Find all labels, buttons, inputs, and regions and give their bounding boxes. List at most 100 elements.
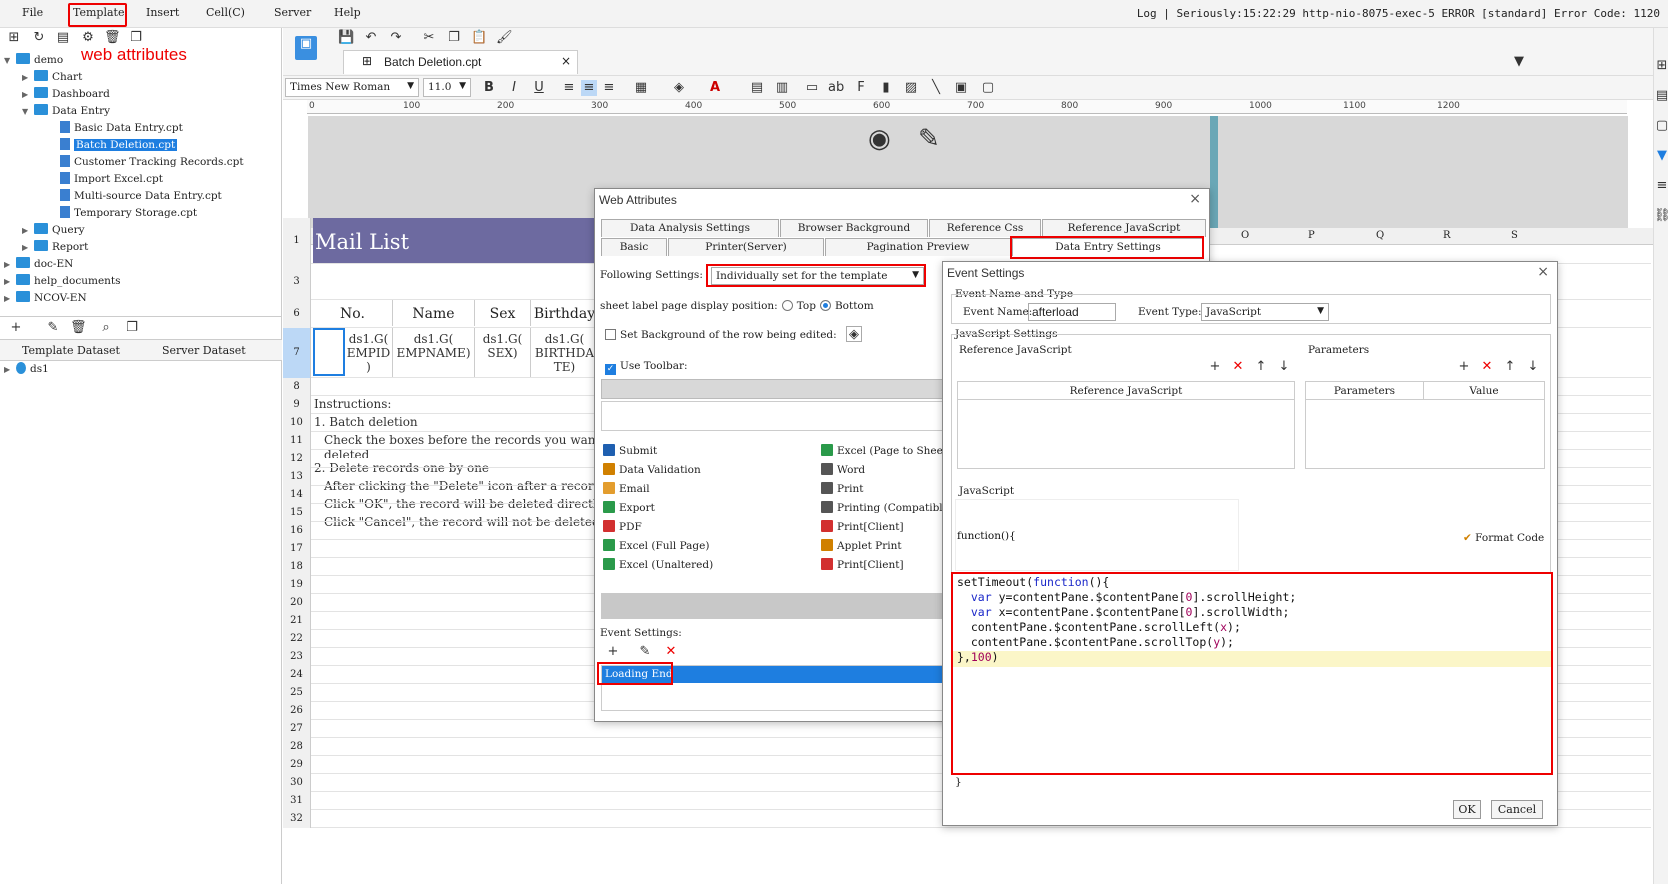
row-header[interactable]: 17 xyxy=(283,540,311,558)
undo-icon[interactable]: ↶ xyxy=(363,30,379,46)
arrow-down-icon[interactable]: ↓ xyxy=(1525,359,1541,375)
toolbar-button-option[interactable]: Printing (Compatible) xyxy=(821,501,943,514)
row-header[interactable]: 8 xyxy=(283,378,311,396)
filter-icon[interactable]: ▼ xyxy=(1654,148,1668,164)
align-left-icon[interactable]: ≡ xyxy=(561,80,577,96)
header-cell[interactable]: Sex xyxy=(475,300,531,326)
bold-icon[interactable]: B xyxy=(481,80,497,96)
tree-item-help-documents[interactable]: ▶ help_documents xyxy=(4,273,121,290)
tab-reference-js[interactable]: Reference JavaScript xyxy=(1042,219,1206,237)
edit-icon[interactable]: ✎ xyxy=(45,320,61,336)
border-attr-icon[interactable]: ▢ xyxy=(1654,118,1668,134)
row-header[interactable]: 6 xyxy=(283,300,311,328)
add-event-icon[interactable]: + xyxy=(605,644,621,660)
row-header[interactable]: 25 xyxy=(283,684,311,702)
add-icon[interactable]: + xyxy=(1207,359,1223,375)
column-header[interactable]: S xyxy=(1511,230,1518,241)
menu-server[interactable]: Server xyxy=(274,6,311,19)
use-toolbar-checkbox[interactable]: ✓ Use Toolbar: xyxy=(605,360,688,375)
preview-icon[interactable]: ⌕ xyxy=(98,320,114,336)
toolbar-button-option[interactable]: Data Validation xyxy=(603,463,701,476)
toolbar-button-option[interactable]: Print[Client] xyxy=(821,520,943,533)
cancel-button[interactable]: Cancel xyxy=(1491,800,1543,819)
toolbar-button-option[interactable]: PDF xyxy=(603,520,642,533)
header-cell[interactable]: Name xyxy=(393,300,475,326)
row-header[interactable]: 31 xyxy=(283,792,311,810)
row-header[interactable]: 26 xyxy=(283,702,311,720)
image-icon[interactable]: ▨ xyxy=(903,80,919,96)
toolbar-button-option[interactable]: Print[Client] xyxy=(821,558,943,571)
copy-icon[interactable]: ❐ xyxy=(446,30,462,46)
pencil-icon[interactable]: ✎ xyxy=(918,124,940,154)
cut-icon[interactable]: ✂ xyxy=(421,30,437,46)
tree-item-file[interactable]: Multi-source Data Entry.cpt xyxy=(60,188,222,205)
data-cell[interactable]: ds1.G( EMPNAME) xyxy=(393,328,475,378)
row-header[interactable]: 7 xyxy=(283,328,311,378)
hidden-eye-icon[interactable]: ◉ xyxy=(868,124,891,154)
copy-icon[interactable]: ❐ xyxy=(128,30,144,46)
split-icon[interactable]: ▥ xyxy=(774,80,790,96)
align-center-icon[interactable]: ≡ xyxy=(581,80,597,96)
column-header[interactable]: P xyxy=(1308,230,1315,241)
cell-attr-icon[interactable]: ⊞ xyxy=(1654,58,1668,74)
file-tab[interactable]: ⊞ Batch Deletion.cpt × xyxy=(343,50,578,74)
paste-icon[interactable]: 📋 xyxy=(471,30,487,46)
report-title[interactable]: Mail List xyxy=(313,218,599,264)
format-code-button[interactable]: ✔ Format Code xyxy=(1463,532,1544,544)
toolbar-button-option[interactable]: Word xyxy=(821,463,943,476)
column-header[interactable]: O xyxy=(1241,230,1249,241)
delete-dataset-icon[interactable]: 🗑 xyxy=(70,320,87,336)
open-icon[interactable]: ▤ xyxy=(55,30,71,46)
add-icon[interactable]: + xyxy=(1456,359,1472,375)
tree-item-file[interactable]: Import Excel.cpt xyxy=(60,171,163,188)
toolbar-button-option[interactable]: Excel (Page to Sheet) xyxy=(821,444,943,457)
toolbar-button-option[interactable]: Submit xyxy=(603,444,657,457)
tab-browser-background[interactable]: Browser Background xyxy=(780,219,928,237)
ok-button[interactable]: OK xyxy=(1453,800,1481,819)
tree-item-file[interactable]: Temporary Storage.cpt xyxy=(60,205,197,222)
condition-icon[interactable]: ≡ xyxy=(1654,178,1668,194)
align-right-icon[interactable]: ≡ xyxy=(601,80,617,96)
tree-item-chart[interactable]: ▶ Chart xyxy=(22,69,82,86)
font-name-select[interactable]: Times New Roman ▼ xyxy=(285,78,419,97)
add-dataset-icon[interactable]: + xyxy=(8,320,24,336)
set-background-checkbox[interactable]: Set Background of the row being edited: xyxy=(605,329,837,341)
tab-basic[interactable]: Basic xyxy=(601,238,667,256)
menu-file[interactable]: File xyxy=(22,6,43,19)
color-picker-icon[interactable]: ◈ xyxy=(846,326,862,342)
row-header[interactable]: 24 xyxy=(283,666,311,684)
italic-icon[interactable]: I xyxy=(506,80,522,96)
toolbar-button-option[interactable]: Excel (Unaltered) xyxy=(603,558,713,571)
row-header[interactable]: 23 xyxy=(283,648,311,666)
tab-reference-css[interactable]: Reference Css xyxy=(929,219,1041,237)
collapse-icon[interactable]: ▼ xyxy=(1511,54,1527,70)
tree-item-report[interactable]: ▶ Report xyxy=(22,239,88,256)
refresh-icon[interactable]: ↻ xyxy=(31,30,47,46)
toolbar-button-option[interactable]: Email xyxy=(603,482,650,495)
row-header[interactable]: 32 xyxy=(283,810,311,828)
row-header[interactable]: 27 xyxy=(283,720,311,738)
border-icon[interactable]: ▦ xyxy=(633,80,649,96)
data-cell[interactable]: ds1.G( EMPID ) xyxy=(345,328,393,378)
row-header[interactable]: 22 xyxy=(283,630,311,648)
menu-insert[interactable]: Insert xyxy=(146,6,179,19)
row-header[interactable]: 15 xyxy=(283,504,311,522)
row-header[interactable]: 13 xyxy=(283,468,311,486)
row-header[interactable]: 16 xyxy=(283,522,311,540)
tree-item-file[interactable]: Customer Tracking Records.cpt xyxy=(60,154,244,171)
format-painter-icon[interactable]: 🖌 xyxy=(496,30,513,46)
delete-event-icon[interactable]: ✕ xyxy=(663,644,679,660)
tree-item-demo[interactable]: ▼ demo xyxy=(4,52,63,69)
data-cell[interactable]: ds1.G( BIRTHDA TE) xyxy=(531,328,599,378)
close-icon[interactable]: × xyxy=(1189,191,1201,207)
delete-icon[interactable]: ✕ xyxy=(1230,359,1246,375)
font-color-icon[interactable]: A xyxy=(707,80,723,96)
header-cell[interactable]: No. xyxy=(313,300,393,326)
edit-event-icon[interactable]: ✎ xyxy=(637,644,653,660)
fill-color-icon[interactable]: ◈ xyxy=(671,80,687,96)
new-folder-icon[interactable]: ⊞ xyxy=(6,30,22,46)
row-header[interactable]: 1 xyxy=(283,218,311,264)
row-header[interactable]: 3 xyxy=(283,264,311,300)
insert-row-icon[interactable]: ▭ xyxy=(804,80,820,96)
event-type-select[interactable]: JavaScript ▼ xyxy=(1201,303,1329,321)
